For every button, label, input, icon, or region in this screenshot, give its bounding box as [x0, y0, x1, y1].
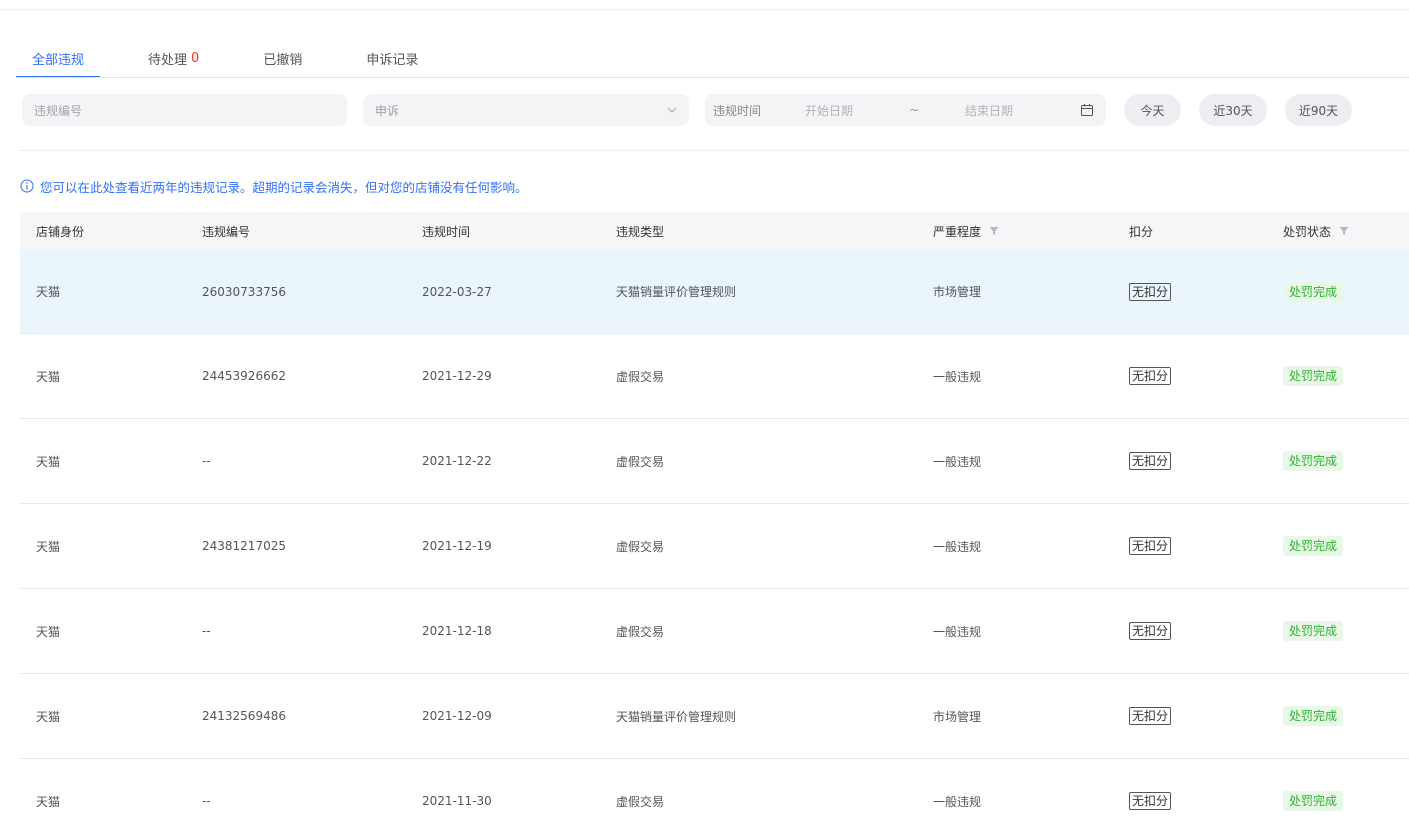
chevron-down-icon — [667, 107, 677, 113]
deduct-badge: 无扣分 — [1129, 707, 1172, 725]
cell-type: 天猫销量评价管理规则 — [616, 709, 737, 724]
cell-date: 2022-03-27 — [422, 284, 492, 299]
cell-severity: 一般违规 — [933, 794, 982, 809]
cell-type: 虚假交易 — [616, 369, 665, 384]
cell-date: 2021-11-30 — [422, 794, 492, 808]
date-separator: ~ — [909, 103, 920, 117]
table-row[interactable]: 天猫 26030733756 2022-03-27 天猫销量评价管理规则 市场管… — [20, 250, 1409, 334]
notice-text: 您可以在此处查看近两年的违规记录。超期的记录会消失，但对您的店铺没有任何影响。 — [40, 179, 528, 195]
top-divider — [0, 9, 1409, 10]
deduct-badge: 无扣分 — [1129, 792, 1172, 810]
notice-banner: 您可以在此处查看近两年的违规记录。超期的记录会消失，但对您的店铺没有任何影响。 — [20, 177, 528, 195]
tab-appeal-records[interactable]: 申诉记录 — [350, 38, 434, 78]
last-30-days-button[interactable]: 近30天 — [1199, 94, 1267, 126]
status-badge: 处罚完成 — [1283, 366, 1344, 386]
start-date-input[interactable]: 开始日期 — [805, 102, 909, 119]
header-deduct: 扣分 — [1129, 224, 1154, 239]
status-badge: 处罚完成 — [1283, 621, 1344, 641]
date-range-picker[interactable]: 违规时间 开始日期 ~ 结束日期 — [705, 94, 1106, 126]
deduct-badge: 无扣分 — [1129, 367, 1172, 385]
calendar-icon[interactable] — [1080, 103, 1094, 117]
cell-code: -- — [202, 454, 211, 468]
funnel-icon[interactable] — [989, 226, 999, 236]
date-range-label: 违规时间 — [713, 103, 762, 118]
cell-severity: 一般违规 — [933, 539, 982, 554]
cell-date: 2021-12-18 — [422, 624, 492, 638]
header-severity: 严重程度 — [933, 223, 999, 240]
tab-label: 已撤销 — [263, 52, 303, 68]
violation-code-placeholder: 违规编号 — [34, 103, 83, 118]
cell-date: 2021-12-09 — [422, 709, 492, 723]
filter-divider — [20, 150, 1409, 151]
cell-type: 虚假交易 — [616, 624, 665, 639]
table-row[interactable]: 天猫 -- 2021-12-18 虚假交易 一般违规 无扣分 处罚完成 — [20, 589, 1409, 674]
cell-date: 2021-12-22 — [422, 454, 492, 468]
cell-severity: 市场管理 — [933, 285, 982, 299]
status-badge: 处罚完成 — [1283, 281, 1344, 302]
cell-shop: 天猫 — [36, 369, 61, 384]
cell-code: 24132569486 — [202, 709, 286, 723]
cell-type: 虚假交易 — [616, 539, 665, 554]
appeal-select[interactable]: 申诉 — [363, 94, 689, 126]
cell-code: -- — [202, 794, 211, 808]
info-circle-icon — [20, 179, 34, 193]
appeal-select-value: 申诉 — [375, 103, 400, 118]
tab-pending[interactable]: 待处理 0 — [132, 38, 215, 78]
last-90-days-button[interactable]: 近90天 — [1285, 94, 1352, 126]
cell-date: 2021-12-29 — [422, 369, 492, 383]
cell-type: 虚假交易 — [616, 454, 665, 469]
tab-all-violations[interactable]: 全部违规 — [16, 38, 101, 78]
status-badge: 处罚完成 — [1283, 451, 1344, 471]
cell-code: 26030733756 — [202, 284, 286, 299]
table-row[interactable]: 天猫 24453926662 2021-12-29 虚假交易 一般违规 无扣分 … — [20, 334, 1409, 419]
header-severity-label: 严重程度 — [933, 224, 982, 239]
header-status: 处罚状态 — [1283, 223, 1349, 240]
cell-code: 24381217025 — [202, 539, 286, 553]
cell-code: -- — [202, 624, 211, 638]
cell-type: 天猫销量评价管理规则 — [616, 285, 737, 299]
deduct-badge: 无扣分 — [1129, 282, 1172, 301]
tabs-divider — [16, 77, 1409, 78]
cell-shop: 天猫 — [36, 794, 61, 809]
cell-shop: 天猫 — [36, 285, 61, 299]
header-type: 违规类型 — [616, 224, 665, 239]
cell-code: 24453926662 — [202, 369, 286, 383]
cell-type: 虚假交易 — [616, 794, 665, 809]
header-shop: 店铺身份 — [36, 224, 85, 239]
table-row[interactable]: 天猫 -- 2021-11-30 虚假交易 一般违规 无扣分 处罚完成 — [20, 759, 1409, 822]
cell-date: 2021-12-19 — [422, 539, 492, 553]
deduct-badge: 无扣分 — [1129, 452, 1172, 470]
tab-label: 申诉记录 — [366, 52, 419, 68]
table-row[interactable]: 天猫 -- 2021-12-22 虚假交易 一般违规 无扣分 处罚完成 — [20, 419, 1409, 504]
table-row[interactable]: 天猫 24132569486 2021-12-09 天猫销量评价管理规则 市场管… — [20, 674, 1409, 759]
status-badge: 处罚完成 — [1283, 706, 1344, 726]
status-badge: 处罚完成 — [1283, 536, 1344, 556]
cell-shop: 天猫 — [36, 454, 61, 469]
cell-shop: 天猫 — [36, 539, 61, 554]
cell-severity: 一般违规 — [933, 454, 982, 469]
tab-revoked[interactable]: 已撤销 — [247, 38, 318, 78]
cell-shop: 天猫 — [36, 709, 61, 724]
header-date: 违规时间 — [422, 224, 471, 239]
cell-shop: 天猫 — [36, 624, 61, 639]
header-status-label: 处罚状态 — [1283, 224, 1332, 239]
table-row[interactable]: 天猫 24381217025 2021-12-19 虚假交易 一般违规 无扣分 … — [20, 504, 1409, 589]
status-badge: 处罚完成 — [1283, 791, 1344, 811]
deduct-badge: 无扣分 — [1129, 537, 1172, 555]
deduct-badge: 无扣分 — [1129, 622, 1172, 640]
tab-label: 待处理 — [148, 52, 188, 68]
violations-table: 店铺身份 违规编号 违规时间 违规类型 严重程度 扣分 处罚状态 天猫 2603… — [20, 212, 1409, 822]
table-header: 店铺身份 违规编号 违规时间 违规类型 严重程度 扣分 处罚状态 — [20, 212, 1409, 250]
end-date-input[interactable]: 结束日期 — [965, 102, 1080, 119]
funnel-icon[interactable] — [1339, 226, 1349, 236]
tab-bar: 全部违规 待处理 0 已撤销 申诉记录 — [16, 38, 466, 78]
cell-severity: 一般违规 — [933, 624, 982, 639]
pending-count: 0 — [191, 50, 200, 66]
violation-code-input[interactable]: 违规编号 — [22, 94, 347, 126]
header-code: 违规编号 — [202, 224, 251, 239]
tab-label: 全部违规 — [32, 52, 85, 68]
cell-severity: 一般违规 — [933, 369, 982, 384]
today-button[interactable]: 今天 — [1124, 94, 1181, 126]
cell-severity: 市场管理 — [933, 709, 982, 724]
